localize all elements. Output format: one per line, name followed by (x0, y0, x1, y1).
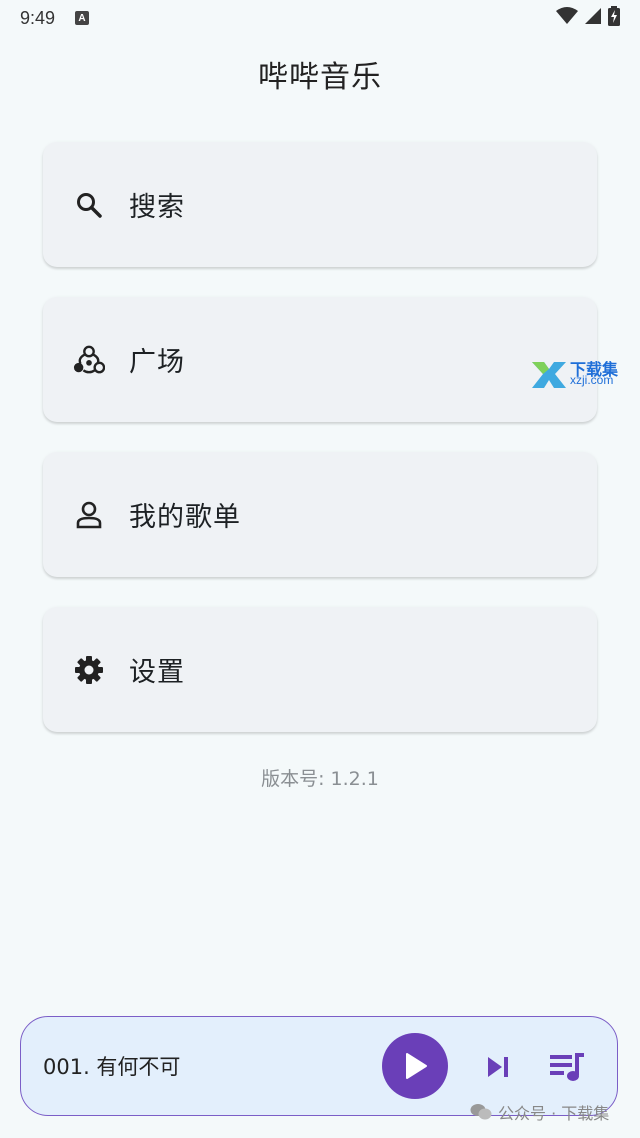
person-icon (73, 499, 105, 531)
watermark-logo: 下载集 xzji.com (530, 356, 630, 390)
play-icon (406, 1053, 427, 1079)
watermark-bottom-text: 公众号 · 下载集 (498, 1104, 610, 1123)
search-icon (73, 189, 105, 221)
playlist-label: 我的歌单 (129, 502, 241, 533)
search-card[interactable]: 搜索 (43, 142, 597, 267)
plaza-card[interactable]: 广场 (43, 297, 597, 422)
skip-next-icon (488, 1057, 508, 1077)
song-title: 001. 有何不可 (43, 1055, 181, 1079)
signal-icon (585, 8, 601, 24)
status-bar: 9:49 A (0, 0, 640, 36)
hub-icon (73, 344, 105, 376)
play-button[interactable] (382, 1033, 448, 1099)
wechat-icon (470, 1104, 492, 1120)
status-icons (556, 6, 620, 26)
notification-a-icon: A (75, 11, 90, 25)
watermark-text-url: xzji.com (570, 373, 614, 387)
page-title: 哔哔音乐 (258, 60, 382, 95)
watermark-x-icon (532, 362, 566, 388)
settings-card[interactable]: 设置 (43, 607, 597, 732)
wifi-icon (556, 7, 578, 24)
watermark-bottom: 公众号 · 下载集 (470, 1100, 609, 1124)
queue-music-icon (550, 1053, 584, 1081)
version-text: 版本号: 1.2.1 (261, 768, 379, 790)
queue-button[interactable] (548, 1049, 586, 1085)
skip-next-button[interactable] (483, 1051, 515, 1083)
status-time: 9:49 (20, 7, 56, 28)
search-label: 搜索 (129, 192, 185, 223)
gear-icon (73, 654, 105, 686)
plaza-label: 广场 (129, 347, 185, 378)
playlist-card[interactable]: 我的歌单 (43, 452, 597, 577)
battery-icon (608, 6, 620, 26)
settings-label: 设置 (129, 657, 185, 688)
